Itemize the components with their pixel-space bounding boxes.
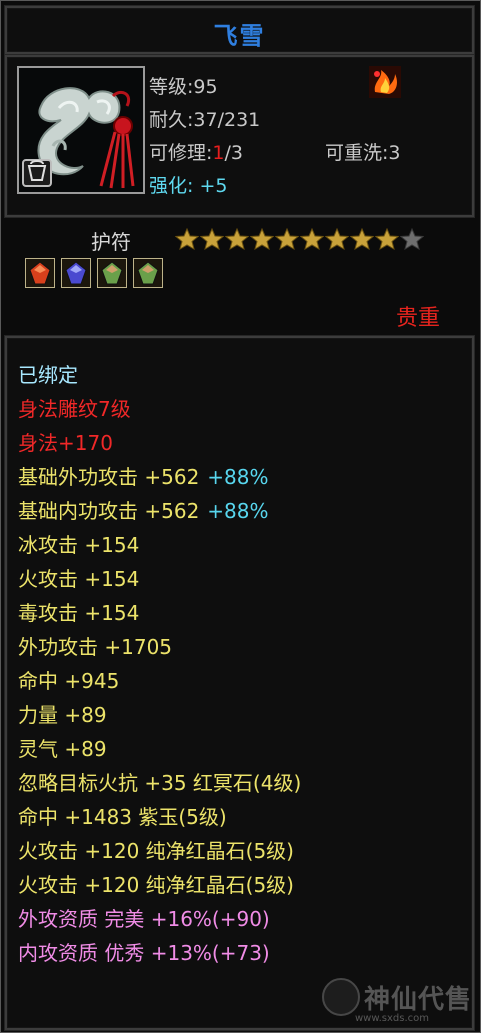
attribute-text: 基础外功攻击 +562 <box>18 465 200 489</box>
jade-gem-icon <box>97 258 127 288</box>
watermark: 神仙代售 <box>322 978 472 1016</box>
attribute-row: 基础内功攻击 +562 +88% <box>18 494 301 528</box>
enhance-label: 强化: <box>149 175 194 197</box>
star-filled-icon <box>249 227 275 251</box>
attribute-text: 忽略目标火抗 +35 红冥石(4级) <box>18 771 302 795</box>
item-durability: 耐久:37/231 <box>149 109 261 131</box>
attribute-row: 已绑定 <box>18 358 301 392</box>
repair-count: 可修理:1/3 <box>149 138 243 165</box>
attribute-text: 外攻资质 完美 +16%(+90) <box>18 907 270 931</box>
enhance-level: 强化: +5 <box>149 171 227 198</box>
attribute-text: 毒攻击 +154 <box>18 601 140 625</box>
enhance-value: +5 <box>199 175 228 197</box>
watermark-logo-icon <box>322 978 360 1016</box>
gem-slots <box>25 258 163 288</box>
attribute-row: 身法雕纹7级 <box>18 392 301 426</box>
attribute-row: 毒攻击 +154 <box>18 596 301 630</box>
attribute-text: 命中 +945 <box>18 669 120 693</box>
item-info-panel: 等级:95 耐久:37/231 可修理:1/3 可重洗:3 强化: +5 <box>5 55 474 217</box>
star-filled-icon <box>274 227 300 251</box>
attribute-list: 已绑定 身法雕纹7级 身法+170 基础外功攻击 +562 +88% 基础内功攻击 +56… <box>18 358 301 970</box>
attribute-text: 外功攻击 +1705 <box>18 635 173 659</box>
item-meta: 护符 贵重 <box>5 218 470 332</box>
attribute-text: 身法+170 <box>18 431 113 455</box>
attribute-row: 外攻资质 完美 +16%(+90) <box>18 902 301 936</box>
item-level: 等级:95 <box>149 76 218 98</box>
attribute-text: 灵气 +89 <box>18 737 107 761</box>
attribute-row: 冰攻击 +154 <box>18 528 301 562</box>
rarity-label: 贵重 <box>395 306 440 331</box>
star-filled-icon <box>199 227 225 251</box>
attribute-row: 火攻击 +154 <box>18 562 301 596</box>
attribute-row: 命中 +945 <box>18 664 301 698</box>
attribute-row: 灵气 +89 <box>18 732 301 766</box>
watermark-text: 神仙代售 <box>364 984 473 1015</box>
attribute-row: 外功攻击 +1705 <box>18 630 301 664</box>
repair-total: /3 <box>224 142 244 164</box>
star-filled-icon <box>324 227 350 251</box>
item-type: 护符 <box>91 230 131 254</box>
attribute-text: 基础内功攻击 +562 <box>18 499 200 523</box>
attribute-row: 力量 +89 <box>18 698 301 732</box>
attribute-row: 忽略目标火抗 +35 红冥石(4级) <box>18 766 301 800</box>
star-rating <box>174 227 425 251</box>
attribute-text: 命中 +1483 紫玉(5级) <box>18 805 227 829</box>
attribute-row: 基础外功攻击 +562 +88% <box>18 460 301 494</box>
attribute-row: 火攻击 +120 纯净红晶石(5级) <box>18 834 301 868</box>
flame-rune-icon <box>369 66 401 98</box>
repair-current: 1 <box>212 142 225 164</box>
title-bar: 飞雪 <box>5 6 474 54</box>
attribute-text: 身法雕纹7级 <box>18 397 131 421</box>
attribute-text: 火攻击 +120 纯净红晶石(5级) <box>18 839 294 863</box>
attribute-row: 命中 +1483 紫玉(5级) <box>18 800 301 834</box>
watermark-url: www.sxds.com <box>355 1013 430 1024</box>
rewash-count: 可重洗:3 <box>325 142 401 164</box>
star-filled-icon <box>374 227 400 251</box>
red-gem-icon <box>25 258 55 288</box>
attribute-text: 力量 +89 <box>18 703 107 727</box>
star-filled-icon <box>349 227 375 251</box>
star-filled-icon <box>299 227 325 251</box>
attribute-bonus: +88% <box>207 465 269 489</box>
star-filled-icon <box>224 227 250 251</box>
attribute-text: 火攻击 +120 纯净红晶石(5级) <box>18 873 294 897</box>
attribute-bonus: +88% <box>207 499 269 523</box>
attribute-text: 已绑定 <box>18 363 78 387</box>
star-filled-icon <box>174 227 200 251</box>
attribute-text: 冰攻击 +154 <box>18 533 140 557</box>
amulet-icon <box>17 66 145 194</box>
attribute-row: 火攻击 +120 纯净红晶石(5级) <box>18 868 301 902</box>
purple-gem-icon <box>61 258 91 288</box>
star-empty-icon <box>399 227 425 251</box>
repair-label: 可修理: <box>149 142 213 164</box>
attribute-text: 火攻击 +154 <box>18 567 140 591</box>
attribute-row: 身法+170 <box>18 426 301 460</box>
item-title: 飞雪 <box>213 22 266 50</box>
attribute-panel: 已绑定 身法雕纹7级 身法+170 基础外功攻击 +562 +88% 基础内功攻击 +56… <box>5 336 474 1030</box>
attribute-row: 内攻资质 优秀 +13%(+73) <box>18 936 301 970</box>
jade-gem-icon <box>133 258 163 288</box>
attribute-text: 内攻资质 优秀 +13%(+73) <box>18 941 270 965</box>
